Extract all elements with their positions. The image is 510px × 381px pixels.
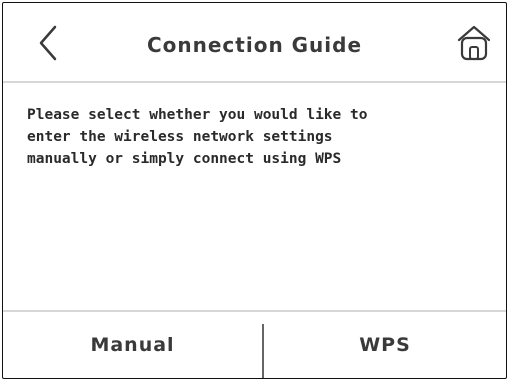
message-line: enter the wireless network settings <box>27 129 333 145</box>
wps-button[interactable]: WPS <box>264 312 506 378</box>
message-line: Please select whether you would like to <box>27 107 368 123</box>
connection-guide-screen: Connection Guide Please select whether y… <box>2 2 507 379</box>
instruction-message: Please select whether you would like to … <box>27 104 487 170</box>
home-icon <box>457 25 491 61</box>
message-line: manually or simply connect using WPS <box>27 151 342 167</box>
footer-bar: Manual WPS <box>3 310 506 378</box>
home-button[interactable] <box>456 23 492 63</box>
manual-button[interactable]: Manual <box>3 312 262 378</box>
header-bar: Connection Guide <box>3 3 506 83</box>
page-title: Connection Guide <box>146 33 363 57</box>
